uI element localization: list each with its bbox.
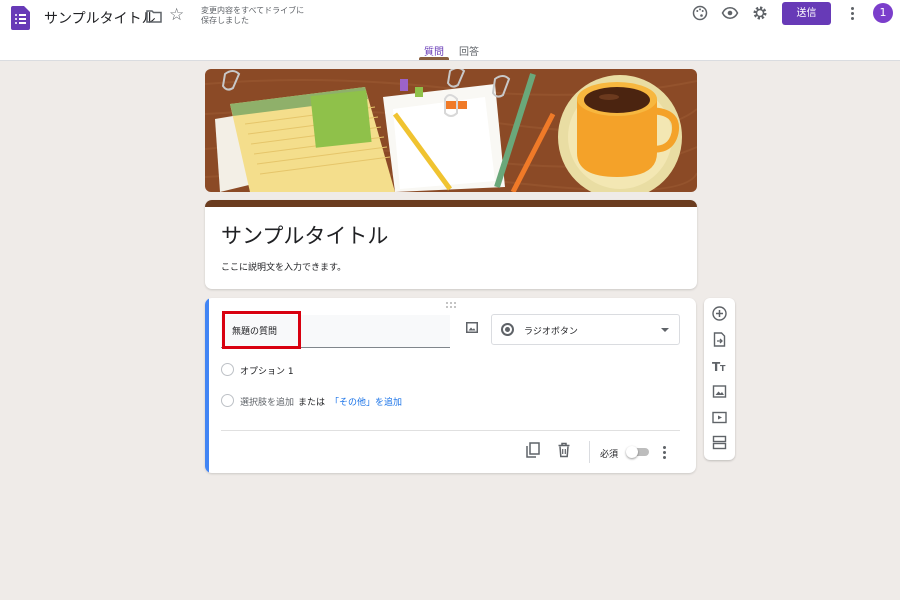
svg-text:T: T <box>720 364 726 373</box>
import-questions-icon[interactable] <box>711 331 728 348</box>
send-button[interactable]: 送信 <box>782 2 831 25</box>
side-toolbar: T T <box>704 298 735 460</box>
delete-icon[interactable] <box>557 442 571 458</box>
add-image-icon[interactable] <box>466 322 478 333</box>
save-status-line1: 変更内容をすべてドライブに <box>201 6 305 15</box>
question-type-select[interactable]: ラジオボタン <box>491 314 680 345</box>
add-section-icon[interactable] <box>711 434 728 451</box>
gear-icon[interactable] <box>751 4 769 22</box>
header-banner-image <box>205 69 697 192</box>
avatar[interactable]: 1 <box>873 3 893 23</box>
add-option-radio-icon <box>221 394 234 407</box>
duplicate-icon[interactable] <box>526 442 540 458</box>
star-icon[interactable]: ☆ <box>169 5 184 25</box>
add-title-icon[interactable]: T T <box>711 357 728 374</box>
title-card-accent-bar <box>205 200 697 207</box>
form-title[interactable]: サンプルタイトル <box>221 220 388 250</box>
form-title-card: サンプルタイトル ここに説明文を入力できます。 <box>205 200 697 289</box>
toggle-thumb <box>626 446 638 458</box>
more-vert-icon[interactable] <box>845 3 859 23</box>
highlight-box <box>222 311 301 349</box>
active-card-indicator <box>205 298 209 473</box>
add-option-link[interactable]: 選択肢を追加 <box>240 395 294 408</box>
footer-separator <box>589 441 590 463</box>
question-type-label: ラジオボタン <box>524 327 578 337</box>
tab-questions[interactable]: 質問 <box>424 43 444 58</box>
or-text: または <box>298 398 326 408</box>
eye-icon[interactable] <box>721 4 739 22</box>
question-card[interactable]: 無題の質問 ラジオボタン オプション 1 選択肢を追加 または 「その他」を追加… <box>205 298 696 473</box>
form-description[interactable]: ここに説明文を入力できます。 <box>221 260 346 273</box>
card-divider <box>221 430 680 431</box>
option-1-label[interactable]: オプション 1 <box>240 364 294 377</box>
folder-icon[interactable] <box>146 9 162 23</box>
forms-logo-icon[interactable] <box>11 6 30 30</box>
palette-icon[interactable] <box>691 4 709 22</box>
dropdown-arrow-icon <box>661 328 669 332</box>
required-label: 必須 <box>600 450 619 460</box>
add-video-icon[interactable] <box>711 409 728 426</box>
active-tab-indicator <box>419 57 449 60</box>
drag-handle-icon[interactable] <box>446 302 456 308</box>
save-status: 変更内容をすべてドライブに 保存しました <box>201 6 321 26</box>
document-title[interactable]: サンプルタイトル <box>44 8 156 28</box>
add-other-link[interactable]: 「その他」を追加 <box>330 395 402 408</box>
app-header: サンプルタイトル ☆ 変更内容をすべてドライブに 保存しました 送信 1 質問 … <box>0 0 900 61</box>
add-question-icon[interactable] <box>711 305 728 322</box>
tab-responses[interactable]: 回答 <box>459 43 479 58</box>
card-more-icon[interactable] <box>662 444 668 460</box>
radio-button-icon <box>501 323 514 336</box>
option-radio-icon <box>221 363 234 376</box>
add-image-icon[interactable] <box>711 383 728 400</box>
required-toggle[interactable] <box>626 446 650 458</box>
save-status-line2: 保存しました <box>201 16 249 25</box>
